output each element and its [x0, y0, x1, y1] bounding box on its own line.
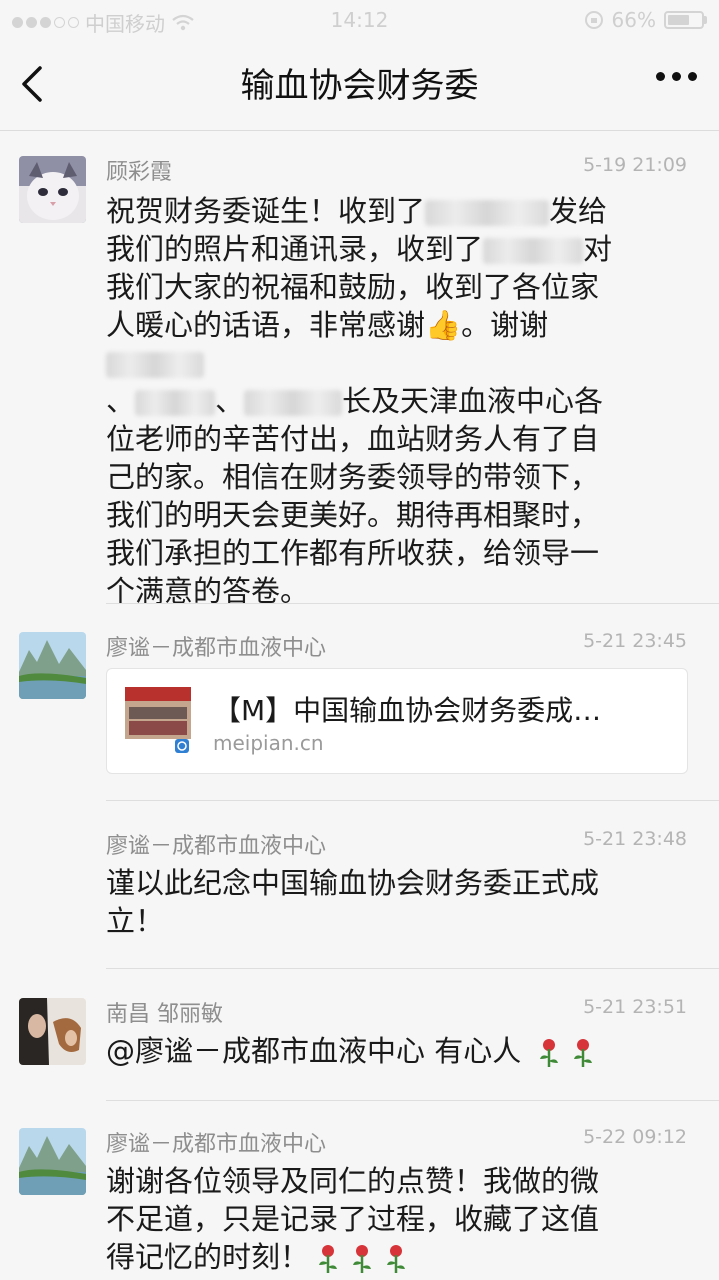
avatar[interactable]: [19, 1128, 86, 1195]
author-name[interactable]: 南昌 邹丽敏: [106, 996, 223, 1028]
rose-icon: [319, 1245, 338, 1273]
redacted-text: [244, 390, 343, 416]
rose-icon: [540, 1039, 559, 1067]
comment-item: 廖谧－成都市血液中心 5-21 23:48 谨以此纪念中国输血协会财务委正式成 …: [0, 826, 719, 966]
comment-text: 祝贺财务委诞生！收到了 发给 我们的照片和通讯录，收到了对 我们大家的祝福和鼓励，…: [106, 194, 613, 608]
redacted-text: [135, 390, 216, 416]
divider: [106, 968, 719, 969]
redacted-text: [483, 238, 584, 264]
divider: [106, 603, 719, 604]
comment-item: 顾彩霞 5-19 21:09 祝贺财务委诞生！收到了 发给 我们的照片和通讯录，收…: [0, 150, 719, 608]
more-dots-icon[interactable]: [656, 72, 697, 81]
battery-percent: 66%: [611, 8, 656, 32]
redacted-text: [425, 200, 550, 226]
author-name[interactable]: 顾彩霞: [106, 154, 172, 186]
status-right: 66%: [584, 8, 707, 32]
comment-time: 5-19 21:09: [583, 154, 687, 176]
battery-icon: [664, 11, 707, 29]
comment-text: 谨以此纪念中国输血协会财务委正式成 立！: [106, 866, 600, 938]
nav-bar: 输血协会财务委: [0, 40, 719, 131]
divider: [106, 1100, 719, 1101]
link-thumbnail: [125, 687, 191, 753]
author-name[interactable]: 廖谧－成都市血液中心: [106, 630, 326, 662]
link-card[interactable]: 【M】中国输血协会财务委成… meipian.cn: [106, 668, 688, 774]
author-name[interactable]: 廖谧－成都市血液中心: [106, 1126, 326, 1158]
redacted-text: [106, 352, 204, 378]
comment-time: 5-22 09:12: [583, 1126, 687, 1148]
avatar[interactable]: [19, 156, 86, 223]
comment-text: @廖谧－成都市血液中心 有心人: [106, 1032, 666, 1070]
comment-item: 廖谧－成都市血液中心 5-21 23:45 【M】中国输血协会财务委成… mei…: [0, 628, 719, 798]
thumbs-up-icon: 👍: [425, 308, 462, 342]
comment-item: 廖谧－成都市血液中心 5-22 09:12 谢谢各位领导及同仁的点赞！我做的微 …: [0, 1124, 719, 1280]
comment-time: 5-21 23:45: [583, 630, 687, 652]
rose-icon: [353, 1245, 372, 1273]
orientation-lock-icon: [584, 11, 603, 29]
status-bar: 中国移动 14:12 66%: [0, 0, 719, 40]
author-name[interactable]: 廖谧－成都市血液中心: [106, 828, 326, 860]
comment-item: 南昌 邹丽敏 5-21 23:51 @廖谧－成都市血液中心 有心人: [0, 994, 719, 1098]
divider: [106, 800, 719, 801]
link-title: 【M】中国输血协会财务委成…: [213, 694, 602, 727]
link-domain: meipian.cn: [213, 731, 324, 755]
page-title: 输血协会财务委: [240, 66, 479, 106]
comment-time: 5-21 23:48: [583, 828, 687, 850]
comment-time: 5-21 23:51: [583, 996, 687, 1018]
avatar[interactable]: [19, 998, 86, 1065]
rose-icon: [574, 1039, 593, 1067]
rose-icon: [387, 1245, 406, 1273]
comment-text: 谢谢各位领导及同仁的点赞！我做的微 不足道，只是记录了过程，收藏了这值 得记忆的…: [106, 1164, 600, 1274]
avatar[interactable]: [19, 632, 86, 699]
